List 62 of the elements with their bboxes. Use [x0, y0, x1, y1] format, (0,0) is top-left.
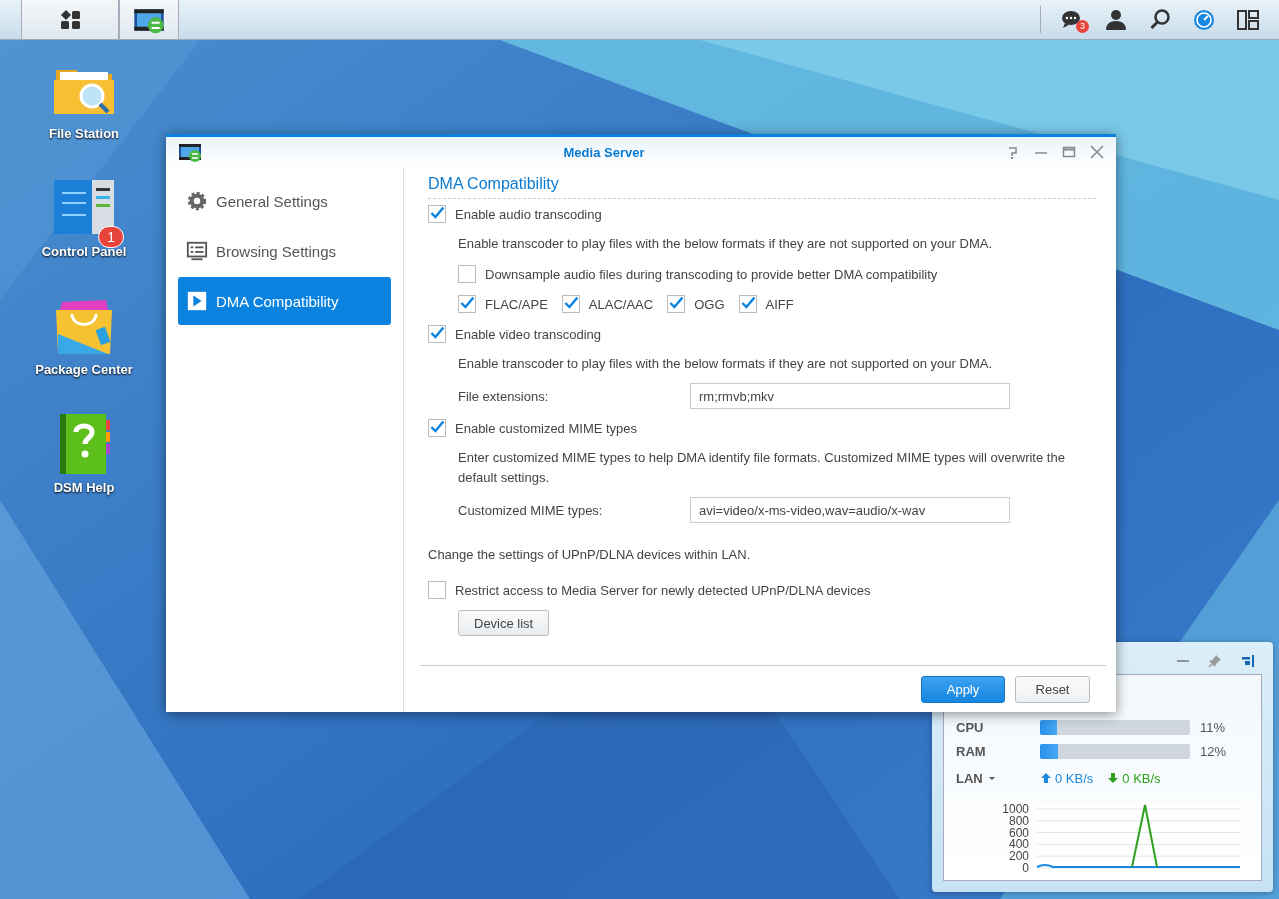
help-icon[interactable]	[1006, 145, 1020, 159]
download-speed: 0 KB/s	[1122, 770, 1161, 786]
maximize-icon[interactable]	[1062, 145, 1076, 159]
caret-icon	[987, 774, 996, 782]
app-label[interactable]: DSM Help	[34, 480, 134, 496]
checkbox[interactable]	[458, 265, 476, 283]
checkbox[interactable]	[428, 325, 446, 343]
checkbox-label[interactable]: FLAC/APE	[485, 296, 548, 312]
checkbox-label[interactable]: Enable audio transcoding	[455, 206, 602, 222]
upload-speed: 0 KB/s	[1055, 770, 1094, 786]
checkbox-label[interactable]: Enable video transcoding	[455, 326, 601, 342]
description-text: Enable transcoder to play files with the below formats if they are not supported on your DMA.	[457, 355, 993, 373]
sidebar-item[interactable]: General Settings	[178, 177, 391, 225]
sidebar-item[interactable]: Browsing Settings	[178, 227, 391, 275]
axis-label: 1000	[1002, 802, 1029, 816]
checkbox[interactable]	[428, 205, 446, 223]
section-heading: DMA Compatibility	[428, 175, 1096, 199]
checkbox[interactable]	[428, 419, 446, 437]
description-text: Change the settings of UPnP/DLNA devices within LAN.	[428, 545, 752, 564]
taskbar-button[interactable]	[119, 0, 179, 39]
stat-label: CPU	[956, 719, 985, 735]
checkbox[interactable]	[667, 295, 686, 313]
app-label[interactable]: Package Center	[34, 362, 134, 378]
main-menu-icon	[58, 7, 82, 32]
axis-label: 600	[1008, 825, 1029, 840]
sidebar-item[interactable]: DMA Compatibility	[178, 277, 391, 325]
close-icon[interactable]	[1090, 145, 1104, 159]
list-icon	[186, 240, 208, 262]
play-icon	[186, 290, 208, 312]
checkbox-label[interactable]: Restrict access to Media Server for newly detected UPnP/DLNA devices	[455, 582, 871, 598]
axis-label: 400	[1008, 837, 1029, 852]
field-label: File extensions:	[458, 388, 550, 404]
stat-label: RAM	[956, 743, 987, 759]
checkbox-label[interactable]: OGG	[694, 296, 725, 312]
device-list-button[interactable]: Device list	[458, 610, 550, 636]
description-text: Enter customized MIME types to help DMA identify file formats. Customized MIME types will overwrite the default settings.	[457, 449, 1066, 487]
reset-button[interactable]: Reset	[1015, 675, 1090, 703]
checkbox[interactable]	[428, 581, 446, 599]
checkbox[interactable]	[561, 295, 580, 313]
usage-reading: 12%	[1200, 743, 1227, 759]
upload-arrow-icon	[1040, 772, 1052, 784]
checkbox[interactable]	[458, 295, 476, 313]
checkbox-label[interactable]: Downsample audio files during transcoding to provide better DMA compatibility	[485, 266, 938, 282]
lan-dropdown[interactable]: LAN	[956, 770, 1040, 786]
axis-label: 0	[1022, 861, 1029, 875]
axis-label: 200	[1008, 849, 1029, 864]
text-field[interactable]: rm;rmvb;mkv	[690, 383, 1010, 409]
checkbox-label[interactable]: ALAC/AAC	[588, 296, 654, 312]
text-field[interactable]: avi=video/x-ms-video,wav=audio/x-wav	[690, 497, 1010, 523]
axis-label: 800	[1008, 813, 1029, 828]
checkbox[interactable]	[738, 295, 757, 313]
window-title: Media Server	[562, 144, 646, 160]
taskbar-button[interactable]	[21, 0, 119, 39]
download-arrow-icon	[1107, 772, 1120, 784]
gear-icon	[186, 190, 208, 212]
pin-icon[interactable]	[1208, 654, 1222, 668]
field-label: Customized MIME types:	[458, 502, 604, 518]
checkbox-label[interactable]: AIFF	[765, 296, 794, 312]
checkbox-label[interactable]: Enable customized MIME types	[455, 420, 638, 436]
usage-reading: 11%	[1200, 719, 1226, 735]
description-text: Enable transcoder to play files with the below formats if they are not supported on your DMA.	[457, 235, 993, 253]
collapse-icon[interactable]	[1240, 654, 1254, 668]
